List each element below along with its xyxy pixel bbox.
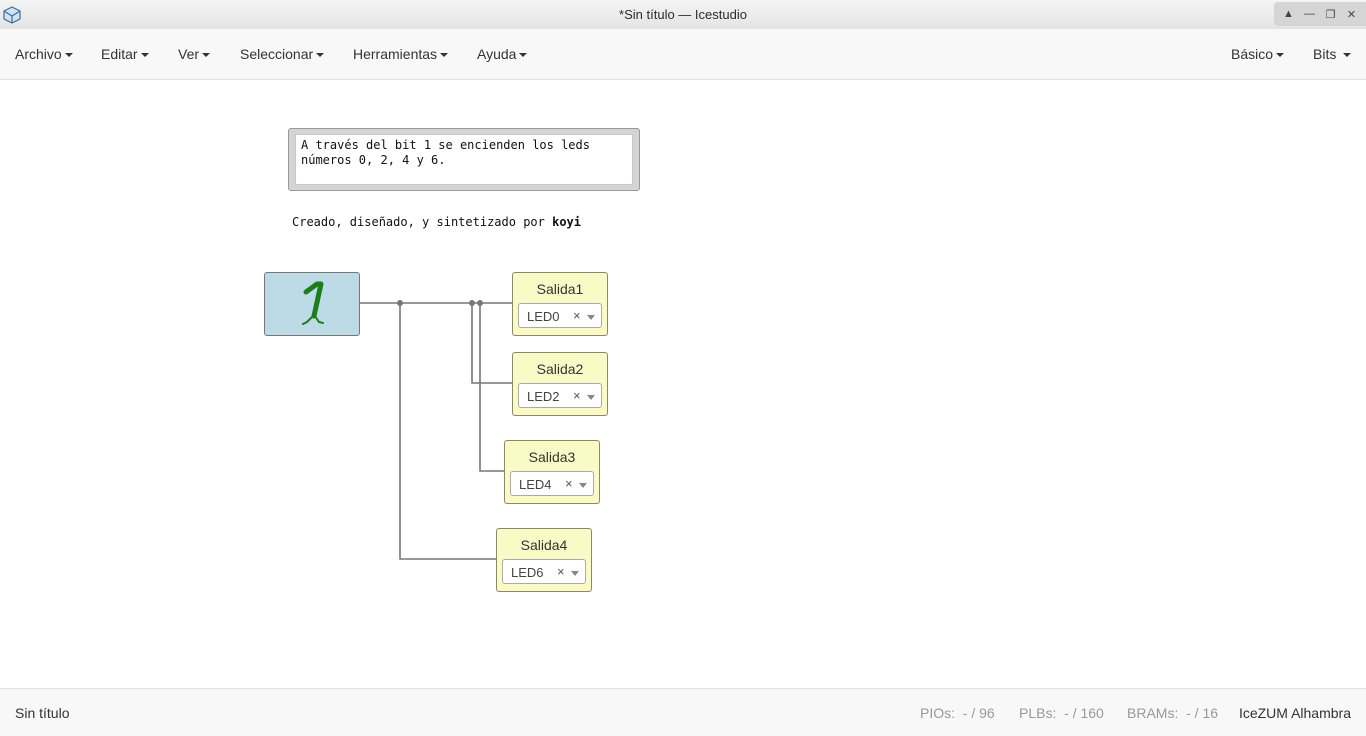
menu-editar[interactable]: Editar [101,46,149,62]
clear-icon[interactable]: × [573,308,581,323]
pin-select[interactable]: LED0 × [518,303,602,328]
dropdown-arrow-icon[interactable] [587,395,595,400]
caret-down-icon [1276,53,1285,58]
pin-select[interactable]: LED6 × [502,559,586,584]
menu-bits[interactable]: Bits [1313,46,1352,62]
output-block-salida3[interactable]: Salida3 LED4 × [504,440,600,504]
menu-basico[interactable]: Básico [1231,46,1285,62]
pin-value: LED0 [527,309,560,324]
pin-select[interactable]: LED2 × [518,383,602,408]
output-name: Salida4 [520,537,568,553]
dropdown-arrow-icon[interactable] [571,571,579,576]
maximize-up-icon[interactable]: ▲ [1280,8,1298,20]
output-block-salida1[interactable]: Salida1 LED0 × [512,272,608,336]
pin-value: LED4 [519,477,552,492]
output-block-salida4[interactable]: Salida4 LED6 × [496,528,592,592]
pin-value: LED2 [527,389,560,404]
window-controls: ▲ — ❐ ✕ [1274,2,1366,26]
status-bar: Sin título PIOs: - / 96 PLBs: - / 160 BR… [0,688,1366,736]
output-block-salida2[interactable]: Salida2 LED2 × [512,352,608,416]
output-name: Salida3 [528,449,576,465]
caret-down-icon [440,53,449,58]
caret-down-icon [316,53,325,58]
minimize-icon[interactable]: — [1301,8,1319,20]
menu-bar: Archivo Editar Ver Seleccionar Herramien… [0,29,1366,80]
caret-down-icon [64,53,73,58]
board-selector[interactable]: IceZUM Alhambra [1239,705,1351,721]
pin-select[interactable]: LED4 × [510,471,594,496]
brams-stat: BRAMs: - / 16 [1127,705,1219,721]
status-file-name: Sin título [15,705,70,721]
comment-text[interactable]: A través del bit 1 se encienden los leds… [295,134,633,185]
close-icon[interactable]: ✕ [1343,8,1361,21]
menu-ver[interactable]: Ver [178,46,211,62]
credit-text: Creado, diseñado, y sintetizado por koyi [292,215,581,229]
green-one-icon [302,281,324,325]
credit-prefix: Creado, diseñado, y sintetizado por [292,215,553,229]
restore-icon[interactable]: ❐ [1322,8,1340,21]
pios-stat: PIOs: - / 96 [920,705,995,721]
clear-icon[interactable]: × [565,476,573,491]
caret-down-icon [1343,53,1352,58]
clear-icon[interactable]: × [573,388,581,403]
plbs-stat: PLBs: - / 160 [1019,705,1104,721]
design-canvas[interactable] [0,80,1366,687]
menu-archivo[interactable]: Archivo [15,46,73,62]
constant-bit-block[interactable] [264,272,360,336]
clear-icon[interactable]: × [557,564,565,579]
menu-herramientas[interactable]: Herramientas [353,46,449,62]
output-name: Salida2 [536,361,584,377]
title-bar: *Sin título — Icestudio ▲ — ❐ ✕ [0,0,1366,30]
menu-seleccionar[interactable]: Seleccionar [240,46,325,62]
dropdown-arrow-icon[interactable] [587,315,595,320]
pin-value: LED6 [511,565,544,580]
caret-down-icon [202,53,211,58]
output-name: Salida1 [536,281,584,297]
caret-down-icon [140,53,149,58]
menu-ayuda[interactable]: Ayuda [477,46,528,62]
credit-author: koyi [552,215,581,229]
caret-down-icon [519,53,528,58]
dropdown-arrow-icon[interactable] [579,483,587,488]
window-title: *Sin título — Icestudio [619,7,747,22]
comment-block[interactable]: A través del bit 1 se encienden los leds… [288,128,640,191]
